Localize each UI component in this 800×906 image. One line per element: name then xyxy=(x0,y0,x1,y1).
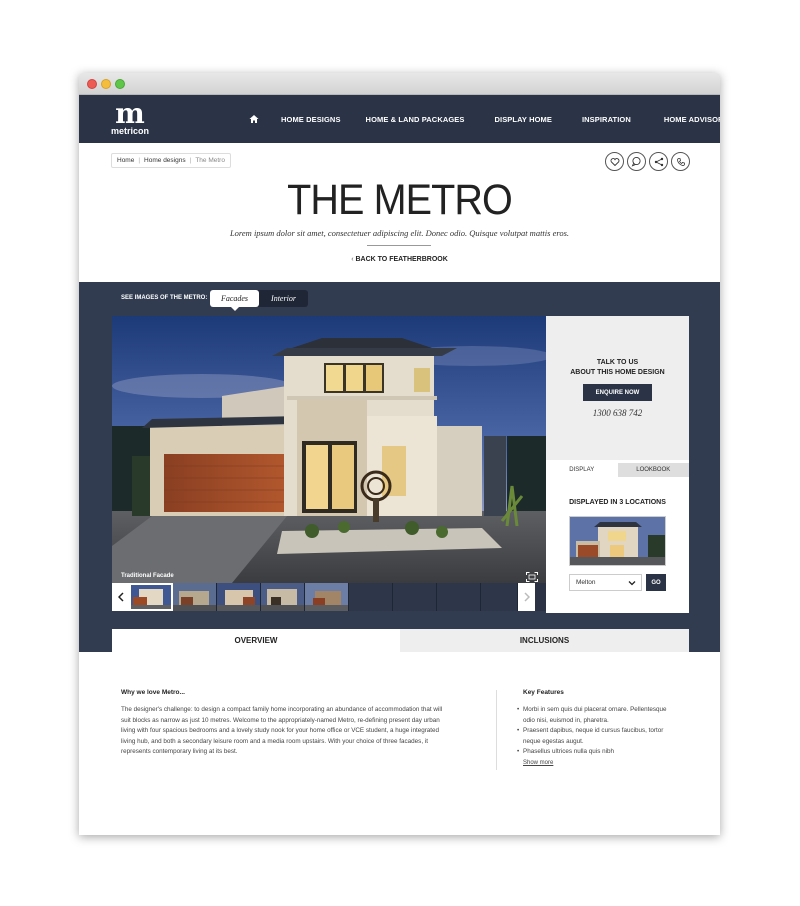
title-section: Home | Home designs | The Metro THE METR… xyxy=(79,143,720,282)
thumbnail-5[interactable] xyxy=(305,583,349,611)
nav-display-home[interactable]: DISPLAY HOME xyxy=(495,115,552,124)
house-photo xyxy=(112,316,546,583)
thumbnail-1[interactable] xyxy=(129,583,173,611)
tab-inclusions[interactable]: INCLUSIONS xyxy=(400,629,689,652)
talk-to-us-box: TALK TO US ABOUT THIS HOME DESIGN ENQUIR… xyxy=(546,316,689,460)
talk-line-1: TALK TO US xyxy=(596,359,639,366)
chevron-right-icon[interactable] xyxy=(518,583,535,611)
tab-lookbook[interactable]: LOOKBOOK xyxy=(617,463,689,477)
title-divider xyxy=(367,245,431,246)
heart-icon[interactable] xyxy=(605,152,624,171)
see-images-label: SEE IMAGES OF THE METRO: xyxy=(121,295,208,301)
image-gallery: SEE IMAGES OF THE METRO: Facades Interio… xyxy=(79,282,720,652)
key-features-list: Morbi in sem quis dui placerat ornare. P… xyxy=(517,705,667,758)
side-panel: TALK TO US ABOUT THIS HOME DESIGN ENQUIR… xyxy=(546,316,689,613)
phone-number[interactable]: 1300 638 742 xyxy=(546,408,689,418)
nav-inspiration[interactable]: INSPIRATION xyxy=(582,115,631,124)
thumbnail-empty xyxy=(437,583,481,611)
chat-icon[interactable] xyxy=(627,152,646,171)
logo-wordmark: metricon xyxy=(111,126,150,136)
overview-content: Why we love Metro... The designer's chal… xyxy=(79,652,720,797)
breadcrumb-home[interactable]: Home xyxy=(117,157,134,164)
thumbnail-strip xyxy=(112,583,546,611)
thumbnail-2[interactable] xyxy=(173,583,217,611)
go-button[interactable]: GO xyxy=(646,574,666,591)
minimize-window-button[interactable] xyxy=(101,79,111,89)
metricon-logo[interactable]: m metricon xyxy=(111,97,150,137)
content-tabs: OVERVIEW INCLUSIONS xyxy=(112,629,689,652)
talk-to-us-heading: TALK TO US ABOUT THIS HOME DESIGN xyxy=(546,358,689,378)
toggle-facades[interactable]: Facades xyxy=(210,290,259,311)
why-we-love-body: The designer's challenge: to design a co… xyxy=(121,706,443,756)
tab-display[interactable]: DISPLAY xyxy=(546,463,618,477)
breadcrumb: Home | Home designs | The Metro xyxy=(111,153,231,168)
list-item: Morbi in sem quis dui placerat ornare. P… xyxy=(517,705,667,726)
nav-home-land-packages[interactable]: HOME & LAND PACKAGES xyxy=(366,115,465,124)
action-icons xyxy=(605,152,690,171)
thumbnail-empty xyxy=(481,583,518,611)
list-item: Phasellus ultrices nulla quis nibh xyxy=(517,747,667,758)
display-home-thumbnail[interactable] xyxy=(569,516,666,566)
displayed-locations-heading: DISPLAYED IN 3 LOCATIONS xyxy=(569,499,666,506)
page-title: THE METRO xyxy=(287,176,513,224)
list-item: Praesent dapibus, neque id cursus faucib… xyxy=(517,726,667,747)
thumbnail-empty xyxy=(349,583,393,611)
display-lookbook-tabs: DISPLAY LOOKBOOK xyxy=(546,463,689,477)
top-navigation: m metricon HOME DESIGNS HOME & LAND PACK… xyxy=(79,95,720,143)
chevron-left-icon[interactable] xyxy=(112,583,129,611)
enquire-now-button[interactable]: ENQUIRE NOW xyxy=(583,384,652,401)
nav-home-advisor[interactable]: HOME ADVISOR xyxy=(664,115,720,124)
nav-home-designs[interactable]: HOME DESIGNS xyxy=(281,115,341,124)
breadcrumb-separator: | xyxy=(138,157,141,164)
back-link[interactable]: ‹ BACK TO FEATHERBROOK xyxy=(79,256,720,263)
toggle-interior[interactable]: Interior xyxy=(259,290,308,307)
breadcrumb-current: The Metro xyxy=(195,157,225,164)
location-select[interactable]: Melton xyxy=(569,574,642,591)
show-more-link[interactable]: Show more xyxy=(523,760,553,766)
browser-window: m metricon HOME DESIGNS HOME & LAND PACK… xyxy=(79,73,720,835)
window-titlebar xyxy=(79,73,720,95)
close-window-button[interactable] xyxy=(87,79,97,89)
image-type-toggle: Facades Interior xyxy=(210,290,308,311)
thumbnail-4[interactable] xyxy=(261,583,305,611)
fullscreen-icon[interactable] xyxy=(526,569,538,583)
phone-icon[interactable] xyxy=(671,152,690,171)
why-we-love-heading: Why we love Metro... xyxy=(121,689,185,696)
tab-overview[interactable]: OVERVIEW xyxy=(112,629,400,652)
page-subtitle: Lorem ipsum dolor sit amet, consectetuer… xyxy=(229,228,570,238)
key-features-heading: Key Features xyxy=(523,689,564,696)
breadcrumb-home-designs[interactable]: Home designs xyxy=(144,157,186,164)
hero-image[interactable]: Traditional Facade xyxy=(112,316,546,583)
talk-line-2: ABOUT THIS HOME DESIGN xyxy=(570,369,665,376)
logo-mark: m xyxy=(115,97,145,130)
content-divider xyxy=(496,690,497,770)
maximize-window-button[interactable] xyxy=(115,79,125,89)
thumbnail-empty xyxy=(393,583,437,611)
chevron-down-icon xyxy=(628,579,636,589)
image-caption: Traditional Facade xyxy=(121,573,174,579)
share-icon[interactable] xyxy=(649,152,668,171)
location-select-value: Melton xyxy=(576,579,596,586)
breadcrumb-separator: | xyxy=(189,157,192,164)
back-link-label: BACK TO FEATHERBROOK xyxy=(355,256,448,263)
thumbnail-3[interactable] xyxy=(217,583,261,611)
home-icon[interactable] xyxy=(249,114,259,124)
